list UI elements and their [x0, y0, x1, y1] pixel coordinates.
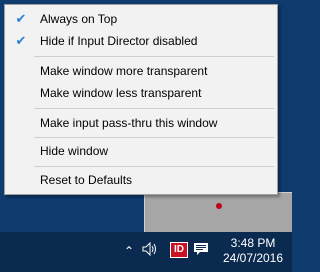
menu-separator: [34, 108, 274, 109]
menu-item-pass-thru[interactable]: Make input pass-thru this window: [5, 112, 277, 134]
taskbar-clock[interactable]: 3:48 PM 24/07/2016: [218, 236, 288, 266]
menu-item-label: Reset to Defaults: [40, 173, 133, 187]
menu-item-label: Hide window: [40, 144, 109, 158]
menu-separator: [34, 137, 274, 138]
menu-item-always-on-top[interactable]: ✔ Always on Top: [5, 8, 277, 30]
input-director-icon[interactable]: ID: [170, 242, 188, 258]
status-dot: [216, 203, 222, 209]
chevron-up-icon[interactable]: ⌃: [124, 244, 134, 258]
menu-item-less-transparent[interactable]: Make window less transparent: [5, 82, 277, 104]
menu-item-reset-defaults[interactable]: Reset to Defaults: [5, 169, 277, 191]
checkmark-icon: ✔: [15, 33, 27, 48]
menu-item-hide-window[interactable]: Hide window: [5, 140, 277, 162]
menu-item-label: Make window less transparent: [40, 86, 202, 100]
menu-item-label: Make window more transparent: [40, 64, 208, 78]
checkmark-icon: ✔: [15, 11, 27, 26]
input-director-widget[interactable]: [144, 192, 292, 232]
taskbar: ⌃ ID 3:48 PM 24/07/2016: [0, 232, 292, 272]
menu-item-label: Hide if Input Director disabled: [40, 34, 198, 48]
menu-separator: [34, 166, 274, 167]
context-menu: ✔ Always on Top ✔ Hide if Input Director…: [4, 4, 278, 195]
menu-item-label: Always on Top: [40, 12, 118, 26]
action-center-icon[interactable]: [193, 241, 209, 261]
clock-time: 3:48 PM: [230, 236, 276, 250]
menu-item-label: Make input pass-thru this window: [40, 116, 218, 130]
menu-item-hide-if-disabled[interactable]: ✔ Hide if Input Director disabled: [5, 30, 277, 52]
menu-item-more-transparent[interactable]: Make window more transparent: [5, 60, 277, 82]
clock-date: 24/07/2016: [222, 251, 284, 265]
menu-separator: [34, 56, 274, 57]
speaker-icon[interactable]: [142, 241, 158, 259]
